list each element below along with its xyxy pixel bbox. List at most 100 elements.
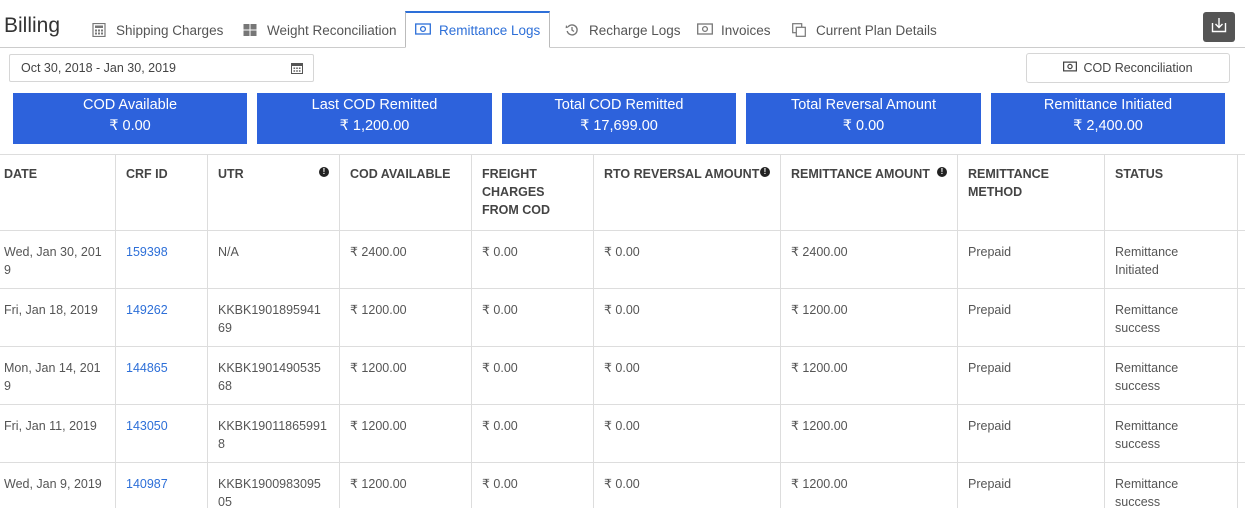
cell-utr: N/A xyxy=(206,231,340,288)
tab-weight-reconciliation[interactable]: Weight Reconciliation xyxy=(243,20,397,40)
cell-remittance-method: Prepaid xyxy=(956,347,1105,404)
cell-rto-reversal: ₹ 0.00 xyxy=(592,347,781,404)
stat-card-label: Remittance Initiated xyxy=(1043,97,1173,113)
info-icon[interactable]: ! xyxy=(937,167,947,177)
header-status: STATUS xyxy=(1103,155,1238,230)
cell-utr: KKBK190149053568 xyxy=(206,347,340,404)
header-cod-available: COD AVAILABLE xyxy=(338,155,472,230)
date-range-picker[interactable]: Oct 30, 2018 - Jan 30, 2019 xyxy=(9,54,314,82)
header-label: REMITTANCE AMOUNT xyxy=(791,167,930,181)
crf-id-link[interactable]: 149262 xyxy=(114,289,208,346)
cell-freight-charges: ₹ 0.00 xyxy=(470,289,594,346)
date-range-value: Oct 30, 2018 - Jan 30, 2019 xyxy=(21,61,176,75)
tab-current-plan-details[interactable]: Current Plan Details xyxy=(792,20,937,40)
tab-label: Invoices xyxy=(721,22,771,38)
cell-freight-charges: ₹ 0.00 xyxy=(470,347,594,404)
stat-card-label: Total COD Remitted xyxy=(554,97,684,113)
cell-utr: KKBK190098309505 xyxy=(206,463,340,508)
cell-rto-reversal: ₹ 0.00 xyxy=(592,231,781,288)
cell-status: Remittance success xyxy=(1103,347,1238,404)
tab-label: Current Plan Details xyxy=(816,22,937,38)
stat-card-total-cod-remitted: Total COD Remitted ₹ 17,699.00 xyxy=(502,93,736,144)
table-row: Wed, Jan 9, 2019 140987 KKBK190098309505… xyxy=(0,463,1245,508)
cell-remittance-method: Prepaid xyxy=(956,231,1105,288)
cell-utr: KKBK190118659918 xyxy=(206,405,340,462)
cell-remittance-amount: ₹ 1200.00 xyxy=(779,289,958,346)
calculator-icon xyxy=(92,22,108,38)
cell-cod-available: ₹ 1200.00 xyxy=(338,289,472,346)
cell-remittance-method: Prepaid xyxy=(956,289,1105,346)
cod-reconciliation-label: COD Reconciliation xyxy=(1083,61,1193,75)
header-rto-reversal: RTO REVERSAL AMOUNT ! xyxy=(592,155,781,230)
header-remittance-method: REMITTANCE METHOD xyxy=(956,155,1105,230)
cell-remittance-method: Prepaid xyxy=(956,463,1105,508)
history-icon xyxy=(565,23,581,37)
page-title: Billing xyxy=(4,14,61,37)
cell-cod-available: ₹ 1200.00 xyxy=(338,405,472,462)
tab-recharge-logs[interactable]: Recharge Logs xyxy=(565,20,681,40)
tab-label: Weight Reconciliation xyxy=(267,22,397,38)
cell-rto-reversal: ₹ 0.00 xyxy=(592,405,781,462)
header-label: UTR xyxy=(218,167,244,181)
cell-status: Remittance success xyxy=(1103,405,1238,462)
cell-status: Remittance success xyxy=(1103,463,1238,508)
stat-card-value: ₹ 1,200.00 xyxy=(339,118,410,134)
crf-id-link[interactable]: 143050 xyxy=(114,405,208,462)
cell-remittance-amount: ₹ 2400.00 xyxy=(779,231,958,288)
tab-shipping-charges[interactable]: Shipping Charges xyxy=(92,20,223,40)
cell-status: Remittance Initiated xyxy=(1103,231,1238,288)
crf-id-link[interactable]: 144865 xyxy=(114,347,208,404)
table-row: Fri, Jan 18, 2019 149262 KKBK19018959416… xyxy=(0,289,1245,347)
tab-label: Remittance Logs xyxy=(439,22,541,38)
export-button[interactable] xyxy=(1203,12,1235,42)
cell-date: Fri, Jan 11, 2019 xyxy=(0,405,116,462)
stat-card-value: ₹ 17,699.00 xyxy=(580,118,658,134)
table-row: Wed, Jan 30, 2019 159398 N/A ₹ 2400.00 ₹… xyxy=(0,231,1245,289)
table-row: Mon, Jan 14, 2019 144865 KKBK19014905356… xyxy=(0,347,1245,405)
header-utr: UTR ! xyxy=(206,155,340,230)
cell-cod-available: ₹ 2400.00 xyxy=(338,231,472,288)
table-row: Fri, Jan 11, 2019 143050 KKBK19011865991… xyxy=(0,405,1245,463)
cell-date: Wed, Jan 30, 2019 xyxy=(0,231,116,288)
table-header-row: DATE CRF ID UTR ! COD AVAILABLE FREIGHT … xyxy=(0,155,1245,231)
info-icon[interactable]: ! xyxy=(760,167,770,177)
tab-label: Shipping Charges xyxy=(116,22,224,38)
money-icon xyxy=(1063,61,1078,75)
cell-remittance-amount: ₹ 1200.00 xyxy=(779,405,958,462)
remittance-table: DATE CRF ID UTR ! COD AVAILABLE FREIGHT … xyxy=(0,154,1245,508)
cell-remittance-method: Prepaid xyxy=(956,405,1105,462)
stat-card-label: Total Reversal Amount xyxy=(790,97,937,113)
cell-cod-available: ₹ 1200.00 xyxy=(338,463,472,508)
header-remittance-amount: REMITTANCE AMOUNT ! xyxy=(779,155,958,230)
cell-date: Mon, Jan 14, 2019 xyxy=(0,347,116,404)
crf-id-link[interactable]: 159398 xyxy=(114,231,208,288)
download-icon xyxy=(1211,17,1227,38)
header-crf-id: CRF ID xyxy=(114,155,208,230)
cod-reconciliation-button[interactable]: COD Reconciliation xyxy=(1026,53,1230,83)
header-label: RTO REVERSAL AMOUNT xyxy=(604,167,760,181)
stat-card-cod-available: COD Available ₹ 0.00 xyxy=(13,93,247,144)
cell-rto-reversal: ₹ 0.00 xyxy=(592,463,781,508)
cell-freight-charges: ₹ 0.00 xyxy=(470,463,594,508)
tab-label: Recharge Logs xyxy=(589,22,681,38)
tab-remittance-logs[interactable]: Remittance Logs xyxy=(405,11,551,48)
cell-rto-reversal: ₹ 0.00 xyxy=(592,289,781,346)
billing-header: Billing Shipping Charges Weight Reconcil… xyxy=(0,0,1245,48)
stat-card-total-reversal-amount: Total Reversal Amount ₹ 0.00 xyxy=(746,93,981,144)
header-date: DATE xyxy=(0,155,116,230)
header-freight-charges: FREIGHT CHARGES FROM COD xyxy=(470,155,594,230)
stat-card-label: COD Available xyxy=(82,97,178,113)
money-icon xyxy=(415,23,431,37)
stat-card-value: ₹ 2,400.00 xyxy=(1073,118,1143,134)
cell-remittance-amount: ₹ 1200.00 xyxy=(779,463,958,508)
cell-freight-charges: ₹ 0.00 xyxy=(470,405,594,462)
info-icon[interactable]: ! xyxy=(319,167,329,177)
crf-id-link[interactable]: 140987 xyxy=(114,463,208,508)
stat-card-value: ₹ 0.00 xyxy=(842,118,885,134)
stat-card-remittance-initiated: Remittance Initiated ₹ 2,400.00 xyxy=(991,93,1225,144)
cell-remittance-amount: ₹ 1200.00 xyxy=(779,347,958,404)
tab-invoices[interactable]: Invoices xyxy=(697,20,771,40)
cell-date: Fri, Jan 18, 2019 xyxy=(0,289,116,346)
calendar-icon xyxy=(291,62,303,77)
stat-card-value: ₹ 0.00 xyxy=(109,118,151,134)
